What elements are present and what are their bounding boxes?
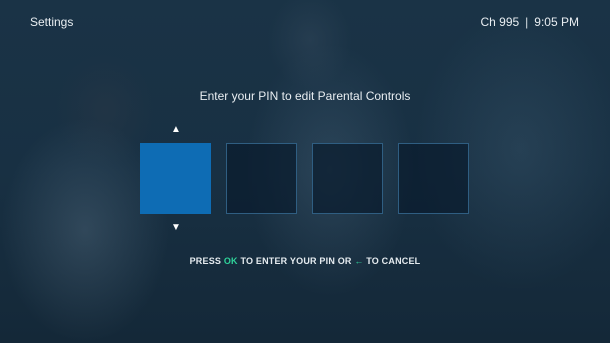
page-title: Settings bbox=[30, 15, 74, 29]
instruction-press: PRESS bbox=[189, 256, 222, 266]
status-bar: Ch 995 | 9:05 PM bbox=[480, 15, 579, 29]
instruction-middle: TO ENTER YOUR PIN OR bbox=[240, 256, 352, 266]
arrow-down-icon[interactable]: ▼ bbox=[170, 222, 182, 233]
pin-prompt: Enter your PIN to edit Parental Controls bbox=[199, 89, 411, 103]
clock-time: 9:05 PM bbox=[534, 15, 579, 29]
pin-digit-2[interactable] bbox=[226, 143, 297, 214]
channel-number: Ch 995 bbox=[480, 15, 520, 29]
pin-digit-1[interactable] bbox=[140, 143, 211, 214]
arrow-up-icon[interactable]: ▲ bbox=[170, 124, 182, 135]
pin-digit-3[interactable] bbox=[312, 143, 383, 214]
instruction-end: TO CANCEL bbox=[366, 256, 421, 266]
divider: | bbox=[525, 15, 529, 29]
ok-key-label: OK bbox=[223, 256, 238, 266]
instruction-text: PRESS OK TO ENTER YOUR PIN OR ← TO CANCE… bbox=[0, 256, 610, 266]
background-photo bbox=[0, 0, 610, 343]
back-arrow-icon: ← bbox=[354, 256, 364, 266]
pin-digit-4[interactable] bbox=[398, 143, 469, 214]
